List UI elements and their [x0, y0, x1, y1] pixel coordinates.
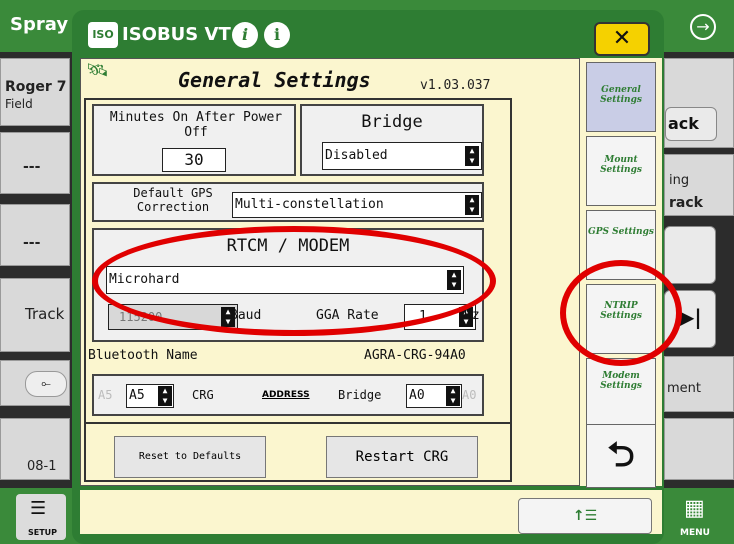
- left-value-panel-2[interactable]: ---: [0, 204, 70, 266]
- divider: [84, 422, 512, 424]
- bridge-address-value: A0: [409, 388, 425, 403]
- address-left-ghost: A5: [98, 388, 113, 402]
- menu-button[interactable]: ▦ MENU: [672, 494, 722, 540]
- spinner-icon[interactable]: ▲ ▼: [158, 386, 172, 406]
- minutes-label: Minutes On After Power Off: [109, 110, 283, 140]
- date-label: 08-1: [27, 459, 57, 474]
- crg-address-select[interactable]: A5 ▲ ▼: [126, 384, 174, 408]
- annotation-circle-modem: [92, 226, 496, 336]
- satellite-logo-icon: 🛰: [86, 60, 109, 81]
- back-button[interactable]: ⮌: [586, 424, 656, 488]
- bluetooth-name-value: AGRA-CRG-94A0: [364, 348, 466, 363]
- gps-correction-select[interactable]: Multi-constellation ▲ ▼: [232, 192, 482, 218]
- right-panel-3: ment: [664, 356, 734, 412]
- left-value-2: ---: [23, 235, 41, 251]
- right-label-2: ing: [669, 173, 690, 188]
- gps-correction-value: Multi-constellation: [235, 197, 384, 212]
- iso-logo-icon: ISO: [88, 22, 118, 48]
- spinner-icon[interactable]: ▲ ▼: [446, 386, 460, 406]
- dialog-title: ISOBUS VT: [122, 24, 231, 45]
- address-label: ADDRESS: [262, 390, 310, 400]
- reset-defaults-button[interactable]: Reset to Defaults: [114, 436, 266, 478]
- menu-label: MENU: [680, 528, 710, 538]
- info-alt-icon[interactable]: i: [264, 22, 290, 48]
- right-label-3: rack: [669, 195, 703, 211]
- minutes-input[interactable]: 30: [162, 148, 226, 172]
- right-button-1[interactable]: ack: [665, 107, 717, 141]
- gps-correction-label: Default GPS Correction: [133, 186, 213, 214]
- address-right-ghost: A0: [462, 388, 477, 402]
- close-button[interactable]: ✕: [594, 22, 650, 56]
- address-bridge-label: Bridge: [338, 388, 382, 402]
- right-button-1-label: ack: [668, 114, 699, 133]
- field-label: Field: [5, 97, 33, 111]
- track-panel[interactable]: Track: [0, 278, 70, 352]
- background-app-title: Spray: [10, 14, 69, 35]
- sort-button[interactable]: ↑☰: [518, 498, 652, 534]
- tab-modem-settings[interactable]: Modem Settings: [586, 358, 656, 428]
- track-label: Track: [25, 305, 65, 323]
- page-title: General Settings: [178, 68, 371, 92]
- checklist-icon: ☰: [30, 498, 47, 519]
- right-panel-1: ack: [664, 58, 734, 148]
- crg-label: CRG: [192, 388, 214, 402]
- tab-general-settings[interactable]: General Settings: [586, 62, 656, 132]
- left-value-panel-1[interactable]: ---: [0, 132, 70, 194]
- bridge-address-select[interactable]: A0 ▲ ▼: [406, 384, 462, 408]
- bridge-box: Bridge Disabled ▲ ▼: [300, 104, 484, 176]
- spinner-icon[interactable]: ▲ ▼: [465, 146, 479, 166]
- bridge-label: Bridge: [361, 112, 423, 132]
- setup-label: SETUP: [28, 528, 58, 537]
- skip-next-icon: ▶|: [679, 305, 702, 329]
- guidance-icon[interactable]: ⟜: [25, 371, 67, 397]
- address-box: A5 A5 ▲ ▼ CRG ADDRESS Bridge A0 ▲ ▼ A0: [92, 374, 484, 416]
- info-icon[interactable]: i: [232, 22, 258, 48]
- grid-icon: ▦: [684, 496, 705, 521]
- version-label: v1.03.037: [420, 78, 491, 93]
- bluetooth-label: Bluetooth Name: [88, 348, 198, 363]
- right-panel-2: ing rack: [664, 154, 734, 216]
- annotation-circle-ntrip: [560, 260, 682, 366]
- sort-icon: ↑☰: [572, 508, 598, 524]
- restart-crg-button[interactable]: Restart CRG: [326, 436, 478, 478]
- minutes-box: Minutes On After Power Off 30: [92, 104, 296, 176]
- crg-address-value: A5: [129, 388, 145, 403]
- setup-button[interactable]: ☰ SETUP: [16, 494, 66, 540]
- forward-arrow-icon[interactable]: →: [690, 14, 716, 40]
- right-label-4: ment: [667, 381, 701, 396]
- operator-panel: Roger 7 Field: [0, 58, 70, 126]
- right-panel-4: [664, 418, 734, 480]
- operator-name: Roger 7: [5, 79, 67, 95]
- hz-label: Hz: [464, 308, 480, 323]
- tab-mount-settings[interactable]: Mount Settings: [586, 136, 656, 206]
- left-value-1: ---: [23, 159, 41, 175]
- bridge-select[interactable]: Disabled ▲ ▼: [322, 142, 482, 170]
- gps-correction-box: Default GPS Correction Multi-constellati…: [92, 182, 484, 222]
- spinner-icon[interactable]: ▲ ▼: [465, 195, 479, 215]
- bridge-select-value: Disabled: [325, 148, 388, 163]
- left-icon-panel[interactable]: ⟜: [0, 360, 70, 406]
- right-button-2[interactable]: [664, 226, 716, 284]
- back-arrow-icon: ⮌: [607, 435, 635, 475]
- date-panel: 08-1: [0, 418, 70, 480]
